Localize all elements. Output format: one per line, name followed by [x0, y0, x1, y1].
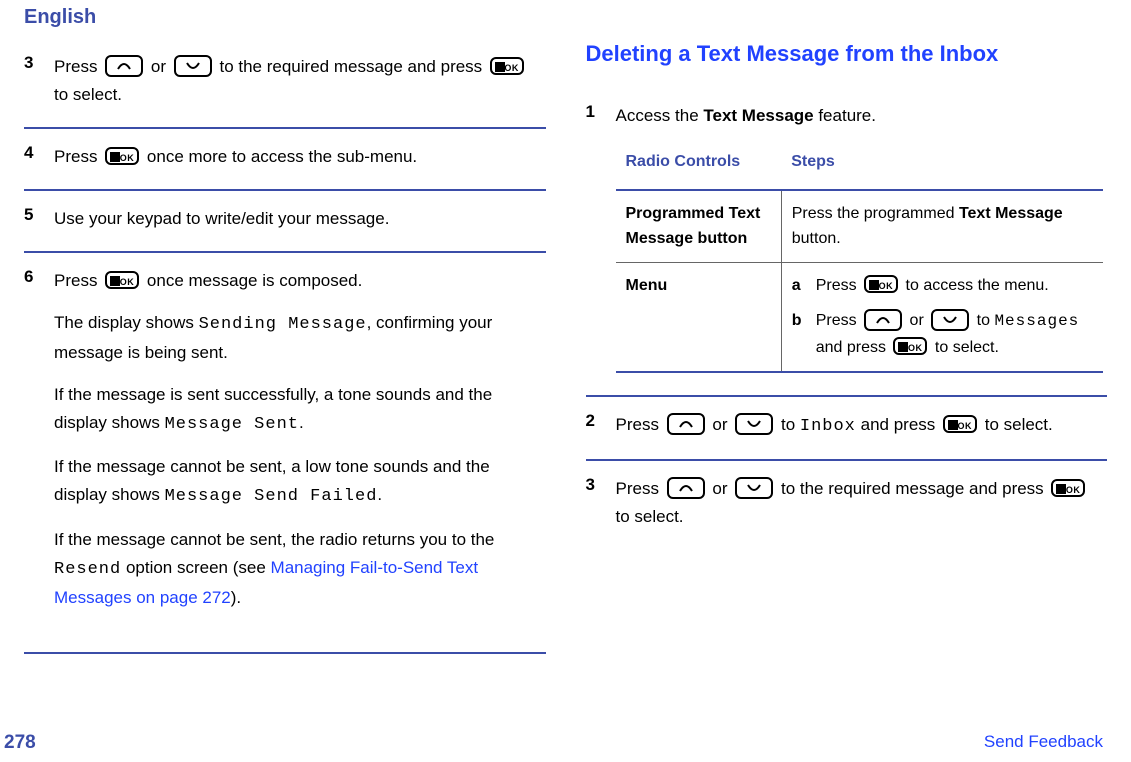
display-text: Messages — [994, 312, 1079, 330]
table-header: Radio Con­trols — [616, 144, 782, 190]
up-arrow-icon — [667, 477, 705, 499]
ok-button-icon: OK — [893, 337, 927, 355]
step-paragraph: If the message cannot be sent, the radio… — [54, 526, 542, 612]
step-item: 4Press OK once more to access the sub-me… — [24, 127, 546, 189]
step-body: Press OK once message is composed. The di… — [54, 253, 546, 611]
down-arrow-icon — [931, 309, 969, 331]
step-number: 1 — [586, 88, 616, 377]
table-cell-label: Programmed Text Mes­sage button — [616, 190, 782, 263]
down-arrow-icon — [174, 55, 212, 77]
step-number: 3 — [24, 39, 54, 109]
step-number: 5 — [24, 191, 54, 233]
step-body: Press or to Inbox and press OK to select… — [616, 397, 1057, 441]
right-steps-list: 1Access the Text Message feature. Radio C… — [586, 88, 1108, 549]
up-arrow-icon — [105, 55, 143, 77]
display-text: Message Send Failed — [165, 487, 378, 506]
substep: bPress or to Messages and press OK to se… — [792, 308, 1093, 360]
display-text: Inbox — [800, 417, 856, 436]
step-paragraph: Press OK once more to access the sub-men… — [54, 143, 417, 171]
display-text: Message Sent — [165, 415, 299, 434]
ok-button-icon: OK — [1051, 479, 1085, 497]
step-body: Use your keypad to write/edit your messa… — [54, 191, 393, 233]
step-body: Access the Text Message feature. Radio Co… — [616, 88, 1108, 377]
step-item: 5Use your keypad to write/edit your mess… — [24, 189, 546, 251]
step-paragraph: Press or to the required message and pre… — [616, 475, 1104, 531]
left-steps-list: 3Press or to the required message and pr… — [24, 39, 546, 630]
step-number: 2 — [586, 397, 616, 441]
step-paragraph: Access the Text Message feature. — [616, 102, 1104, 130]
step-paragraph: If the message cannot be sent, a low ton… — [54, 453, 542, 511]
display-text: Resend — [54, 560, 121, 579]
right-column: Deleting a Text Message from the Inbox 1… — [586, 39, 1108, 654]
down-arrow-icon — [735, 413, 773, 435]
step-number: 4 — [24, 129, 54, 171]
step-item: 3Press or to the required message and pr… — [586, 459, 1108, 549]
ok-button-icon: OK — [105, 271, 139, 289]
step-body: Press or to the required message and pre… — [616, 461, 1108, 531]
left-column: 3Press or to the required message and pr… — [24, 39, 546, 654]
substep-body: Press or to Messages and press OK to sel… — [816, 308, 1093, 360]
table-cell-label: Menu — [616, 262, 782, 371]
ok-button-icon: OK — [864, 275, 898, 293]
ok-button-icon: OK — [490, 57, 524, 75]
step-paragraph: Use your keypad to write/edit your messa… — [54, 205, 389, 233]
table-cell-steps: aPress OK to access the menu.bPress or t… — [781, 262, 1103, 371]
section-heading: Deleting a Text Message from the Inbox — [586, 39, 1108, 70]
step-item: 6Press OK once message is composed. The d… — [24, 251, 546, 629]
substep-letter: a — [792, 273, 816, 299]
radio-controls-table: Radio Con­trolsStepsProgrammed Text Mes­… — [616, 144, 1104, 373]
step-paragraph: Press OK once message is composed. — [54, 267, 542, 295]
step-paragraph: The display shows Sending Message, confi… — [54, 309, 542, 367]
down-arrow-icon — [735, 477, 773, 499]
ok-button-icon: OK — [943, 415, 977, 433]
substep-letter: b — [792, 308, 816, 360]
page-number: 278 — [0, 732, 36, 754]
step-item: 1Access the Text Message feature. Radio C… — [586, 88, 1108, 395]
substep: aPress OK to access the menu. — [792, 273, 1093, 299]
bold-text: Text Message — [703, 106, 813, 125]
language-header: English — [0, 0, 1131, 39]
content-columns: 3Press or to the required message and pr… — [0, 39, 1131, 654]
step-number: 6 — [24, 253, 54, 611]
step-item: 3Press or to the required message and pr… — [24, 39, 546, 127]
step-item: 2Press or to Inbox and press OK to selec… — [586, 395, 1108, 459]
step-body: Press OK once more to access the sub-men… — [54, 129, 421, 171]
display-text: Sending Message — [199, 315, 367, 334]
up-arrow-icon — [667, 413, 705, 435]
table-cell-steps: Press the programmed Text Message button… — [781, 190, 1103, 263]
send-feedback-link[interactable]: Send Feedback — [984, 732, 1103, 754]
step-paragraph: If the message is sent successfully, a t… — [54, 381, 542, 439]
bold-text: Text Message — [959, 205, 1063, 222]
substep-body: Press OK to access the menu. — [816, 273, 1049, 299]
footer: 278 Send Feedback — [0, 732, 1131, 754]
step-body: Press or to the required message and pre… — [54, 39, 546, 109]
table-header: Steps — [781, 144, 1103, 190]
step-paragraph: Press or to Inbox and press OK to select… — [616, 411, 1053, 441]
divider — [24, 652, 546, 654]
ok-button-icon: OK — [105, 147, 139, 165]
step-number: 3 — [586, 461, 616, 531]
step-paragraph: Press or to the required message and pre… — [54, 53, 542, 109]
up-arrow-icon — [864, 309, 902, 331]
